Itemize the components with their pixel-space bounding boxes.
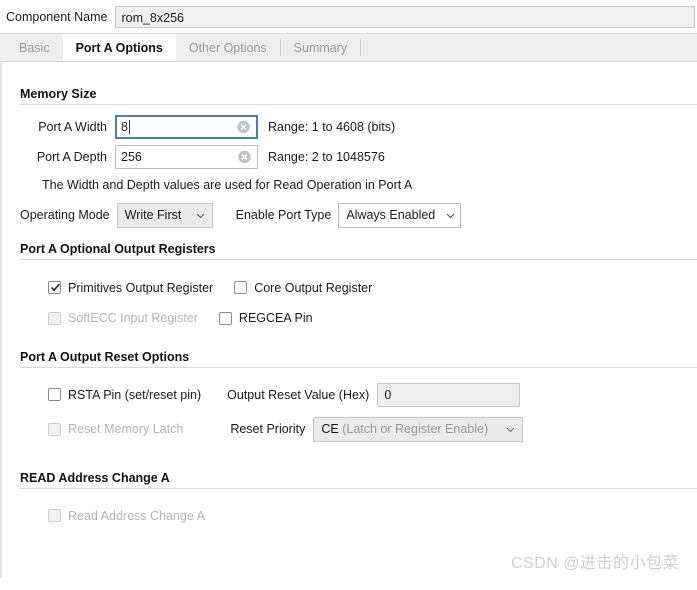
port-a-width-input[interactable]: 8 (115, 115, 258, 139)
port-a-depth-input[interactable]: 256 (115, 145, 258, 169)
reset-priority-value: CE (321, 422, 339, 436)
read-address-change-checkbox (48, 509, 61, 522)
enable-port-type-select[interactable]: Always Enabled (338, 202, 462, 228)
port-a-width-label: Port A Width (38, 120, 107, 134)
operating-mode-row: Operating Mode Write First Enable Port T… (2, 198, 697, 232)
tab-other-options[interactable]: Other Options (175, 34, 280, 61)
core-output-register-checkbox[interactable] (234, 281, 248, 294)
port-a-options-panel: Memory Size Port A Width 8 Range: 1 to 4… (0, 63, 697, 578)
port-a-depth-range: Range: 2 to 1048576 (268, 150, 385, 164)
section-title-read-address-change: READ Address Change A (20, 471, 170, 485)
chevron-down-icon (505, 424, 516, 435)
operating-mode-label: Operating Mode (20, 208, 110, 222)
port-a-depth-row: Port A Depth 256 Range: 2 to 1048576 (2, 142, 697, 172)
primitives-output-register-checkbox[interactable] (48, 281, 61, 294)
softecc-input-register-checkbox (48, 311, 61, 325)
section-title-output-reset-options: Port A Output Reset Options (20, 350, 190, 364)
port-a-depth-label: Port A Depth (36, 150, 107, 164)
core-output-register-label: Core Output Register (254, 280, 373, 295)
reset-memory-latch-checkbox (48, 422, 61, 436)
tab-bar: Basic Port A Options Other Options Summa… (0, 33, 697, 62)
output-reset-value-label: Output Reset Value (Hex) (227, 387, 370, 402)
text-caret (128, 120, 130, 134)
reset-priority-value-group: CE (Latch or Register Enable) (321, 422, 495, 436)
tab-separator (360, 39, 362, 56)
port-a-depth-value: 256 (121, 150, 142, 164)
tab-port-a-options[interactable]: Port A Options (62, 34, 176, 61)
operating-mode-select[interactable]: Write First (116, 202, 213, 228)
section-title-memory-size: Memory Size (20, 87, 97, 101)
read-address-change-row: Read Address Change A (2, 501, 697, 530)
output-reset-value-input[interactable]: 0 (377, 382, 521, 407)
operating-mode-value: Write First (124, 208, 182, 222)
regcea-pin-label: REGCEA Pin (238, 311, 313, 325)
rsta-pin-label: RSTA Pin (set/reset pin) (68, 387, 202, 402)
read-address-change-label: Read Address Change A (68, 508, 205, 523)
watermark: CSDN @进击的小包菜 (510, 555, 679, 572)
check-icon (50, 282, 61, 293)
tab-basic[interactable]: Basic (6, 34, 63, 61)
reset-priority-value-detail: (Latch or Register Enable) (342, 422, 489, 436)
port-a-width-range: Range: 1 to 4608 (bits) (268, 120, 396, 134)
reset-memory-latch-label: Reset Memory Latch (68, 422, 184, 436)
enable-port-type-value: Always Enabled (346, 208, 436, 222)
enable-port-type-label: Enable Port Type (235, 208, 332, 222)
chevron-down-icon (195, 210, 206, 221)
port-a-width-row: Port A Width 8 Range: 1 to 4608 (bits) (2, 112, 697, 142)
rsta-pin-row: RSTA Pin (set/reset pin) Output Reset Va… (2, 380, 697, 409)
reset-priority-select[interactable]: CE (Latch or Register Enable) (313, 416, 524, 442)
rsta-pin-checkbox[interactable] (48, 388, 61, 401)
component-name-bar: Component Name rom_8x256 (0, 0, 697, 33)
softecc-input-register-label: SoftECC Input Register (68, 311, 198, 325)
component-name-label: Component Name (6, 9, 108, 24)
component-name-input[interactable]: rom_8x256 (115, 5, 695, 28)
optional-registers-row-2: SoftECC Input Register REGCEA Pin (2, 302, 697, 334)
reset-memory-latch-row: Reset Memory Latch Reset Priority CE (La… (2, 409, 697, 449)
primitives-output-register-label: Primitives Output Register (68, 280, 214, 295)
chevron-down-icon (445, 210, 456, 221)
optional-registers-row-1: Primitives Output Register Core Output R… (2, 273, 697, 302)
width-depth-hint-row: The Width and Depth values are used for … (2, 172, 697, 198)
regcea-pin-checkbox[interactable] (218, 311, 232, 325)
reset-priority-label: Reset Priority (230, 422, 306, 436)
port-a-width-value: 8 (121, 120, 128, 134)
clear-icon[interactable] (238, 150, 251, 164)
section-title-optional-output-registers: Port A Optional Output Registers (20, 242, 216, 256)
clear-icon[interactable] (237, 120, 250, 134)
width-depth-hint: The Width and Depth values are used for … (42, 178, 413, 192)
tab-summary[interactable]: Summary (280, 34, 361, 61)
